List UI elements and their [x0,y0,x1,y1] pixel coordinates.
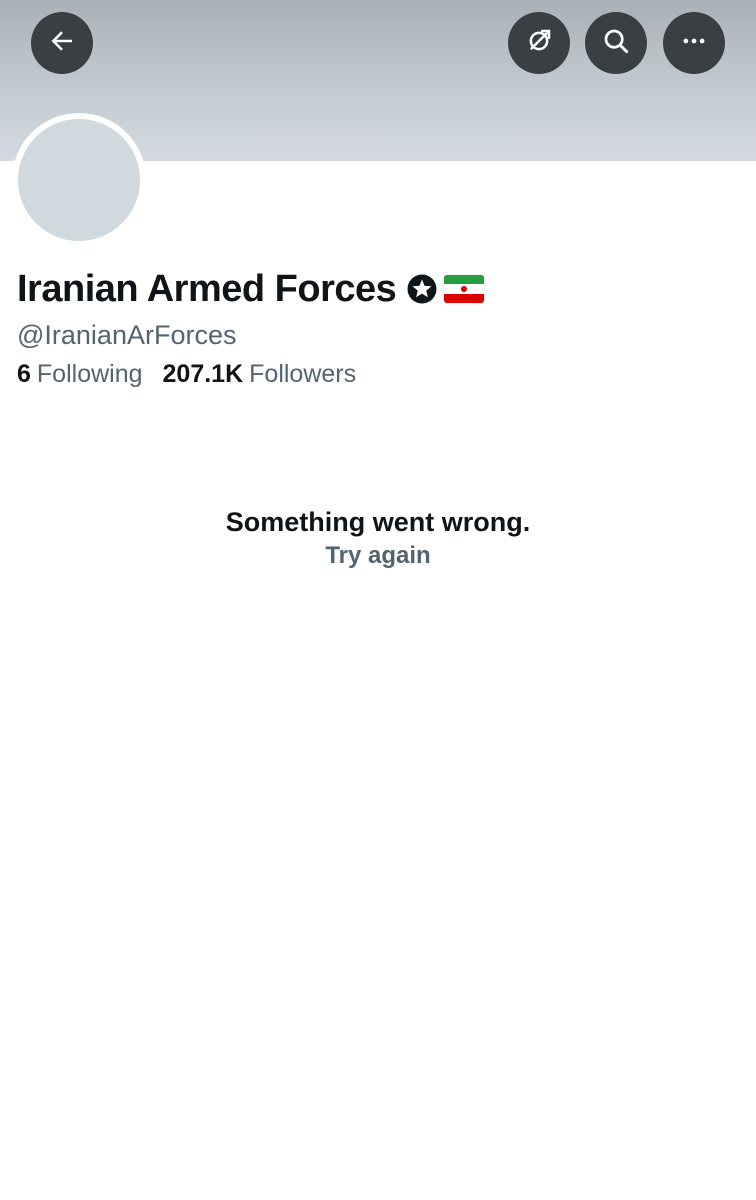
more-options-button[interactable] [663,12,725,74]
back-button[interactable] [31,12,93,74]
arrow-left-icon [47,26,77,61]
profile-stats: 6 Following 207.1K Followers [17,360,356,389]
more-dots-icon [679,26,709,61]
iran-flag-icon [444,275,485,303]
mute-notifications-icon [524,26,554,61]
star-badge-icon[interactable] [406,273,438,305]
try-again-button[interactable]: Try again [325,539,430,573]
following-count: 6 [17,360,31,388]
following-link[interactable]: 6 Following [17,360,143,389]
followers-count: 207.1K [162,360,244,388]
display-name: Iranian Armed Forces [17,267,397,310]
error-message: Something went wrong. [225,507,531,537]
profile-page: Iranian Armed Forces @IranianArForces 6 … [0,0,756,1200]
following-label: Following [36,360,143,388]
search-icon [601,26,631,61]
search-button[interactable] [585,12,647,74]
mute-button[interactable] [508,12,570,74]
error-message-box: Something went wrong. Try again [0,505,756,573]
profile-name-row: Iranian Armed Forces [17,265,485,313]
avatar-placeholder [18,119,140,241]
followers-link[interactable]: 207.1K Followers [163,360,357,389]
profile-handle: @IranianArForces [17,320,237,350]
avatar[interactable] [12,113,146,247]
followers-label: Followers [249,360,357,388]
